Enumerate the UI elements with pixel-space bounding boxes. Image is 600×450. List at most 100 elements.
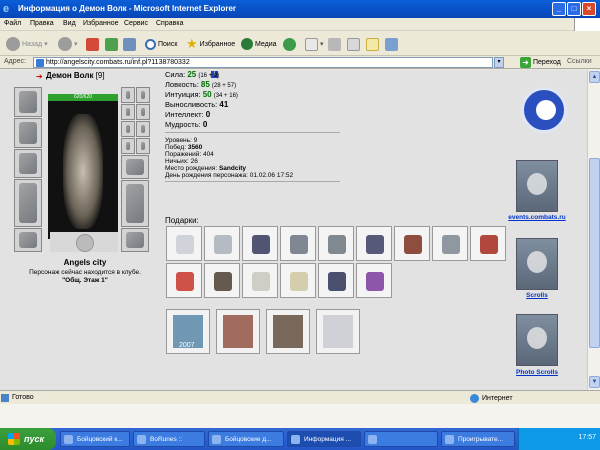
belt-slot[interactable] [14, 228, 42, 252]
large-gift-item[interactable] [316, 309, 360, 354]
history-button[interactable] [283, 36, 296, 52]
cloak-slot[interactable] [14, 179, 42, 227]
search-button[interactable]: Поиск [145, 36, 177, 52]
earring-slot-2[interactable] [136, 121, 150, 137]
task-item[interactable]: Бойцовский к... [60, 431, 130, 447]
location-text: Персонаж сейчас находится в клубе. [29, 269, 141, 276]
gift-item[interactable] [356, 263, 392, 298]
status-text: Готово [12, 394, 34, 401]
gift-item[interactable] [470, 226, 506, 261]
photo-scrolls-banner[interactable] [516, 314, 558, 366]
bracer-slot-1[interactable] [121, 138, 135, 154]
menu-help[interactable]: Справка [156, 20, 183, 27]
ring-slot-2[interactable] [136, 87, 150, 103]
address-url: http://angelscity.combats.ru/inf.pl?1138… [46, 59, 190, 66]
weapon-slot[interactable] [14, 149, 42, 178]
close-button[interactable]: × [582, 2, 596, 16]
scrolls-banner[interactable] [516, 238, 558, 290]
shield-slot[interactable] [121, 180, 149, 227]
address-dropdown-icon[interactable]: ▾ [494, 57, 504, 68]
media-button[interactable]: Медиа [241, 36, 277, 52]
media-label: Медиа [255, 40, 277, 48]
bracer-slot-2[interactable] [136, 138, 150, 154]
start-button[interactable]: пуск [0, 428, 56, 450]
gift-item[interactable] [318, 226, 354, 261]
go-button[interactable]: ➜ Переход [520, 57, 561, 68]
vertical-scrollbar[interactable]: ▲ ▼ [587, 70, 600, 390]
menu-tools[interactable]: Сервис [124, 20, 148, 27]
gift-item[interactable] [356, 226, 392, 261]
print-button[interactable] [328, 36, 341, 52]
stop-button[interactable] [86, 36, 99, 52]
large-gift-item[interactable]: 2007 [166, 309, 210, 354]
armor-slot[interactable] [14, 118, 42, 148]
stat-strength: Сила: 25 (16 + 9) [165, 70, 220, 79]
boots-slot[interactable] [121, 228, 149, 252]
large-gift-item[interactable] [216, 309, 260, 354]
minimize-button[interactable]: _ [552, 2, 566, 16]
gift-item[interactable] [242, 263, 278, 298]
amulet-slot[interactable] [136, 104, 150, 120]
menu-edit[interactable]: Правка [30, 20, 54, 27]
character-name-line: Демон Волк [9] i [46, 71, 218, 80]
events-banner[interactable] [516, 160, 558, 212]
mail-button[interactable]: ▾ [305, 36, 324, 52]
edit-icon [347, 37, 360, 51]
discuss-button[interactable] [366, 36, 379, 52]
stat-intuition: Интуиция: 50 (34 + 16) [165, 90, 238, 99]
forward-button[interactable]: ▾ [58, 36, 78, 52]
info-level: Уровень: 9 [165, 137, 198, 144]
taskbar: пуск Бойцовский к... BoRunes :: Бойцовск… [0, 428, 600, 450]
ring-slot-3[interactable] [121, 104, 135, 120]
gift-item[interactable] [280, 226, 316, 261]
maximize-button[interactable]: □ [567, 2, 581, 16]
arrow-icon: ➔ [36, 72, 43, 81]
refresh-button[interactable] [105, 36, 118, 52]
character-name: Демон Волк [46, 71, 94, 80]
ring-slot-1[interactable] [121, 87, 135, 103]
gift-item[interactable] [242, 226, 278, 261]
scroll-down-icon[interactable]: ▼ [589, 376, 600, 388]
menu-view[interactable]: Вид [63, 20, 76, 27]
events-link[interactable]: events.combats.ru [497, 214, 577, 221]
scrolls-link[interactable]: Scrolls [497, 292, 577, 299]
scroll-thumb[interactable] [589, 158, 600, 348]
task-item[interactable]: Проигрывате... [441, 431, 515, 447]
guild-emblem [50, 232, 118, 252]
task-item[interactable]: Бойцовские д... [208, 431, 284, 447]
info-wins: Побед: 3560 [165, 144, 203, 151]
gift-item[interactable] [318, 263, 354, 298]
go-label: Переход [533, 59, 561, 66]
large-gift-item[interactable] [266, 309, 310, 354]
address-input[interactable]: http://angelscity.combats.ru/inf.pl?1138… [33, 57, 493, 68]
gift-item[interactable] [166, 263, 202, 298]
favorites-button[interactable]: ★ Избранное [186, 36, 235, 52]
task-item-active[interactable]: Информация ... [287, 431, 361, 447]
scroll-up-icon[interactable]: ▲ [589, 71, 600, 83]
earring-slot-1[interactable] [121, 121, 135, 137]
links-button[interactable]: Ссылки [567, 58, 592, 65]
toolbar: Назад ▾ ▾ Поиск ★ Избранное Медиа ▾ [0, 31, 600, 56]
gift-item[interactable] [432, 226, 468, 261]
helmet-slot[interactable] [14, 87, 42, 117]
gloves-slot[interactable] [121, 155, 149, 179]
gift-item[interactable] [166, 226, 202, 261]
star-icon: ★ [186, 36, 198, 51]
gift-item[interactable] [394, 226, 430, 261]
menu-file[interactable]: Файл [4, 20, 21, 27]
messenger-button[interactable] [385, 36, 398, 52]
back-button[interactable]: Назад ▾ [6, 36, 48, 52]
task-item[interactable]: BoRunes :: [133, 431, 205, 447]
refresh-icon [105, 37, 118, 51]
gift-item[interactable] [204, 226, 240, 261]
home-button[interactable] [123, 36, 136, 52]
home-icon [123, 37, 136, 51]
task-item[interactable] [364, 431, 438, 447]
windows-flag-icon [8, 433, 20, 445]
combats-logo[interactable] [521, 87, 567, 133]
gift-item[interactable] [280, 263, 316, 298]
edit-button[interactable] [347, 36, 360, 52]
menu-favorites[interactable]: Избранное [83, 20, 118, 27]
photo-scrolls-link[interactable]: Photo Scrolls [497, 369, 577, 376]
gift-item[interactable] [204, 263, 240, 298]
